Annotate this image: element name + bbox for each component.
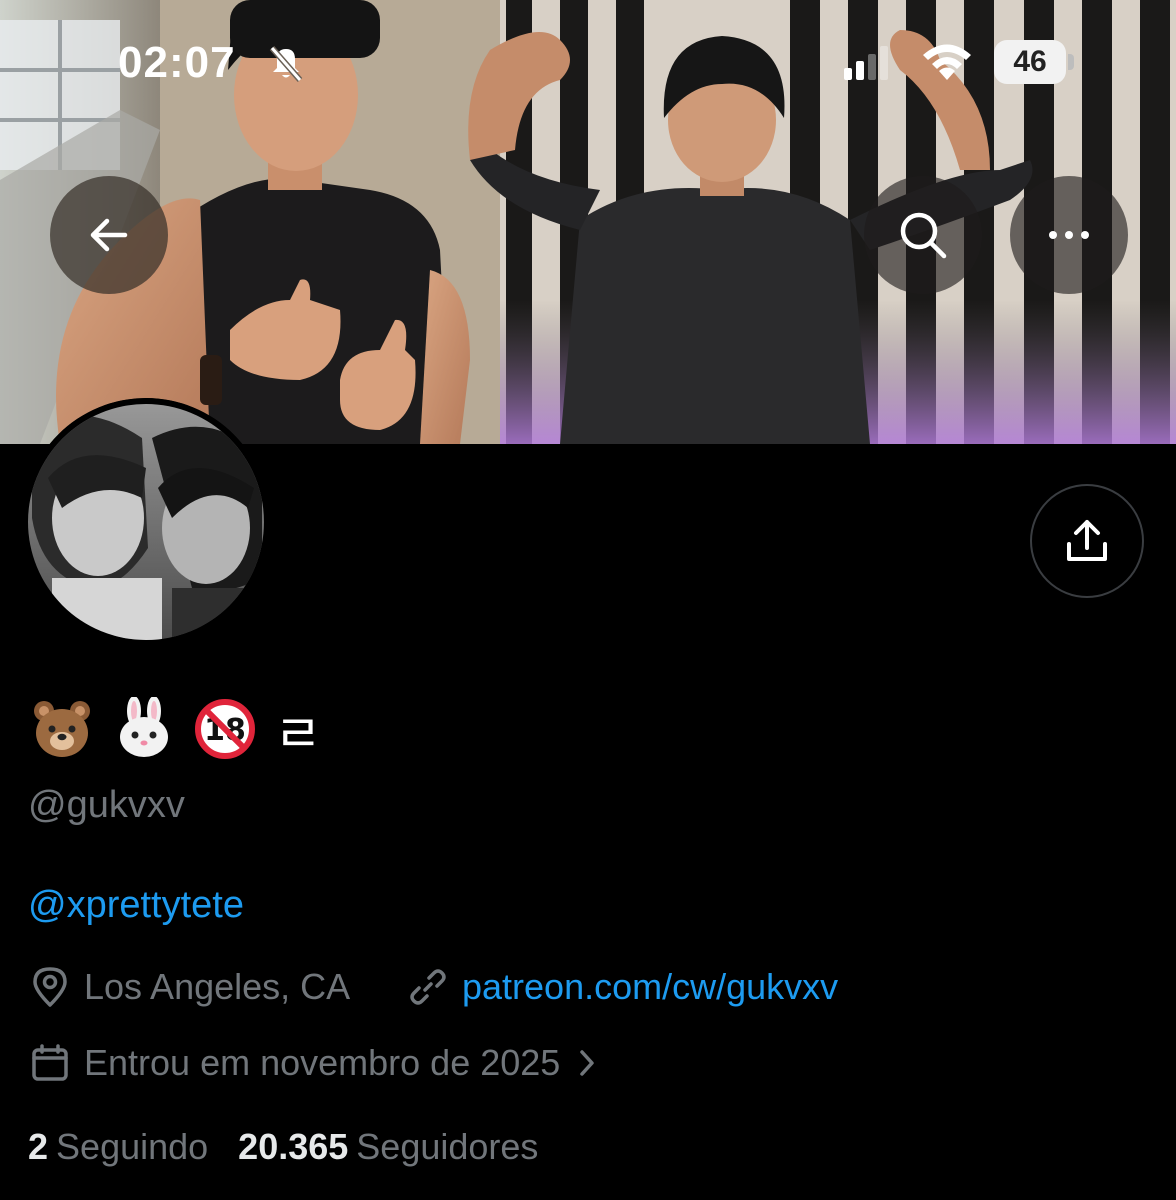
bell-off-icon [269,46,303,82]
follow-stats: 2 Seguindo 20.365 Seguidores [28,1126,538,1168]
following-count: 2 [28,1126,49,1167]
display-name-suffix: ㄹ [274,704,322,765]
profile-location: Los Angeles, CA [30,966,350,1008]
wifi-icon [923,44,971,80]
joined-text: Entrou em novembro de 2025 [84,1042,561,1083]
cellular-signal-icon [844,46,888,80]
no-one-under-eighteen-icon: 18 [195,699,255,759]
location-pin-icon [33,967,67,1007]
profile-website[interactable]: patreon.com/cw/gukvxv [408,966,838,1008]
bio-mention-link[interactable]: @xprettytete [28,884,244,927]
display-name: 🐻 🐰 18 🔞 ㄹ [30,694,322,765]
rabbit-face-icon [120,697,168,757]
rabbit-emoji: 🐰 [112,697,176,761]
followers-count: 20.365 [238,1126,349,1167]
share-profile-button[interactable] [1030,484,1144,598]
battery-level: 46 [994,40,1066,84]
profile-handle: @gukvxv [28,784,185,826]
avatar-photo [22,398,270,646]
status-time: 02:07 [118,38,236,87]
arrow-left-icon [90,218,128,252]
profile-avatar[interactable] [22,398,270,646]
more-options-button[interactable] [1010,176,1128,294]
share-upload-icon [1067,520,1107,561]
calendar-icon [32,1044,68,1081]
no-under-18-emoji: 18 🔞 [194,698,256,760]
search-button[interactable] [864,176,982,294]
chevron-right-icon [580,1050,595,1076]
more-horizontal-icon [1049,231,1089,239]
website-link-text[interactable]: patreon.com/cw/gukvxv [462,966,838,1008]
back-button[interactable] [50,176,168,294]
bear-face-icon [34,701,90,757]
link-chain-icon [410,969,446,1005]
battery-icon: 46 [994,40,1074,84]
location-text: Los Angeles, CA [84,966,351,1007]
bear-emoji: 🐻 [30,697,94,761]
following-label: Seguindo [56,1126,209,1167]
battery-tip [1068,54,1074,70]
profile-joined-date[interactable]: Entrou em novembro de 2025 [30,1042,596,1084]
search-icon [900,212,947,259]
following-link[interactable]: 2 Seguindo [28,1126,208,1168]
followers-link[interactable]: 20.365 Seguidores [238,1126,538,1168]
followers-label: Seguidores [356,1126,539,1167]
